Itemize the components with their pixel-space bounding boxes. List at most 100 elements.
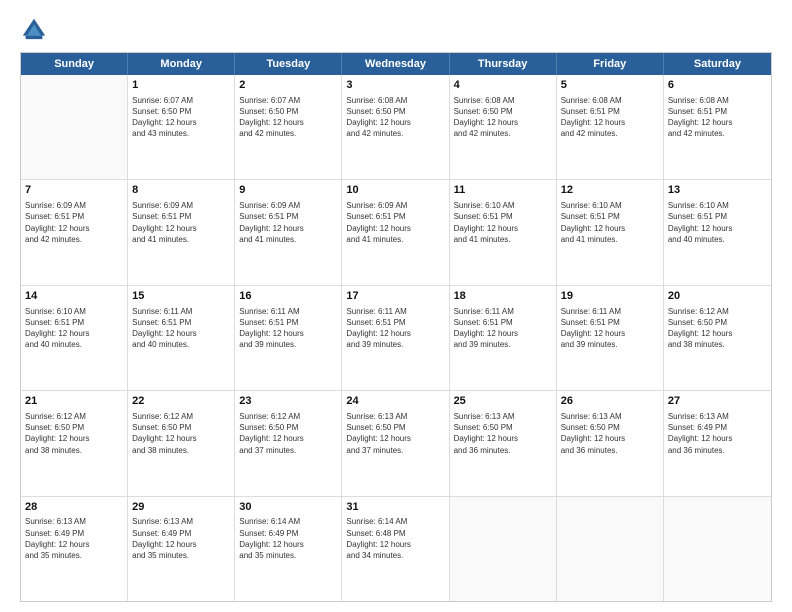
cell-info-line: Sunrise: 6:09 AM <box>346 200 444 211</box>
calendar-cell: 10Sunrise: 6:09 AMSunset: 6:51 PMDayligh… <box>342 180 449 284</box>
day-number: 6 <box>668 78 767 93</box>
calendar-cell: 30Sunrise: 6:14 AMSunset: 6:49 PMDayligh… <box>235 497 342 601</box>
calendar-cell: 8Sunrise: 6:09 AMSunset: 6:51 PMDaylight… <box>128 180 235 284</box>
cell-info-line: and 40 minutes. <box>668 234 767 245</box>
cell-info-line: Daylight: 12 hours <box>454 328 552 339</box>
day-number: 18 <box>454 289 552 304</box>
cell-info-line: Sunrise: 6:13 AM <box>25 516 123 527</box>
cell-info-line: Sunset: 6:51 PM <box>132 317 230 328</box>
cell-info-line: Daylight: 12 hours <box>346 328 444 339</box>
day-number: 2 <box>239 78 337 93</box>
day-number: 27 <box>668 394 767 409</box>
calendar-cell: 14Sunrise: 6:10 AMSunset: 6:51 PMDayligh… <box>21 286 128 390</box>
calendar-cell: 23Sunrise: 6:12 AMSunset: 6:50 PMDayligh… <box>235 391 342 495</box>
day-number: 28 <box>25 500 123 515</box>
cell-info-line: and 42 minutes. <box>454 128 552 139</box>
day-number: 20 <box>668 289 767 304</box>
cell-info-line: and 35 minutes. <box>239 550 337 561</box>
cell-info-line: Daylight: 12 hours <box>561 223 659 234</box>
cell-info-line: Sunset: 6:50 PM <box>454 422 552 433</box>
cell-info-line: Sunrise: 6:07 AM <box>132 95 230 106</box>
cell-info-line: and 35 minutes. <box>25 550 123 561</box>
calendar-cell: 21Sunrise: 6:12 AMSunset: 6:50 PMDayligh… <box>21 391 128 495</box>
cell-info-line: Daylight: 12 hours <box>668 328 767 339</box>
cell-info-line: Daylight: 12 hours <box>561 117 659 128</box>
day-number: 26 <box>561 394 659 409</box>
calendar-cell: 3 Sunrise: 6:08 AMSunset: 6:50 PMDaylight… <box>342 75 449 179</box>
cell-info-line: Sunset: 6:51 PM <box>132 211 230 222</box>
cell-info-line: Daylight: 12 hours <box>668 223 767 234</box>
calendar-cell <box>21 75 128 179</box>
cell-info-line: and 37 minutes. <box>239 445 337 456</box>
calendar-row-0: 1Sunrise: 6:07 AMSunset: 6:50 PMDaylight… <box>21 75 771 180</box>
cell-info-line: Sunrise: 6:14 AM <box>346 516 444 527</box>
cell-info-line: Sunset: 6:51 PM <box>561 317 659 328</box>
cell-info-line: Daylight: 12 hours <box>346 117 444 128</box>
header-day-friday: Friday <box>557 53 664 75</box>
cell-info-line: Daylight: 12 hours <box>25 223 123 234</box>
cell-info-line: Sunrise: 6:12 AM <box>668 306 767 317</box>
day-number: 25 <box>454 394 552 409</box>
calendar-cell: 9Sunrise: 6:09 AMSunset: 6:51 PMDaylight… <box>235 180 342 284</box>
calendar: SundayMondayTuesdayWednesdayThursdayFrid… <box>20 52 772 602</box>
cell-info-line: Sunset: 6:49 PM <box>25 528 123 539</box>
cell-info-line: Sunrise: 6:10 AM <box>454 200 552 211</box>
day-number: 14 <box>25 289 123 304</box>
cell-info-line: Daylight: 12 hours <box>454 117 552 128</box>
day-number: 31 <box>346 500 444 515</box>
cell-info-line: and 41 minutes. <box>454 234 552 245</box>
cell-info-line: Daylight: 12 hours <box>132 539 230 550</box>
calendar-cell: 13Sunrise: 6:10 AMSunset: 6:51 PMDayligh… <box>664 180 771 284</box>
cell-info-line: Sunset: 6:51 PM <box>25 211 123 222</box>
day-number: 19 <box>561 289 659 304</box>
calendar-cell <box>557 497 664 601</box>
cell-info-line: and 39 minutes. <box>561 339 659 350</box>
calendar-body: 1Sunrise: 6:07 AMSunset: 6:50 PMDaylight… <box>21 75 771 601</box>
cell-info-line: Sunrise: 6:13 AM <box>668 411 767 422</box>
cell-info-line: Sunset: 6:49 PM <box>132 528 230 539</box>
cell-info-line: Sunset: 6:51 PM <box>239 211 337 222</box>
day-number: 16 <box>239 289 337 304</box>
cell-info-line: Sunset: 6:51 PM <box>346 317 444 328</box>
cell-info-line: Sunset: 6:50 PM <box>561 422 659 433</box>
cell-info-line: Sunset: 6:50 PM <box>668 317 767 328</box>
cell-info-line: Daylight: 12 hours <box>239 539 337 550</box>
cell-info-line: Sunset: 6:48 PM <box>346 528 444 539</box>
day-number: 24 <box>346 394 444 409</box>
cell-info-line: Sunset: 6:50 PM <box>346 422 444 433</box>
header <box>20 16 772 44</box>
header-day-tuesday: Tuesday <box>235 53 342 75</box>
cell-info-line: Sunset: 6:49 PM <box>668 422 767 433</box>
cell-info-line: Sunset: 6:50 PM <box>239 422 337 433</box>
calendar-cell <box>664 497 771 601</box>
page: SundayMondayTuesdayWednesdayThursdayFrid… <box>0 0 792 612</box>
calendar-cell <box>450 497 557 601</box>
day-number: 29 <box>132 500 230 515</box>
header-day-saturday: Saturday <box>664 53 771 75</box>
calendar-row-2: 14Sunrise: 6:10 AMSunset: 6:51 PMDayligh… <box>21 286 771 391</box>
day-number: 3 <box>346 78 444 93</box>
cell-info-line: and 36 minutes. <box>668 445 767 456</box>
cell-info-line: Sunset: 6:49 PM <box>239 528 337 539</box>
calendar-cell: 27Sunrise: 6:13 AMSunset: 6:49 PMDayligh… <box>664 391 771 495</box>
cell-info-line: and 41 minutes. <box>132 234 230 245</box>
cell-info-line: Sunrise: 6:11 AM <box>346 306 444 317</box>
cell-info-line: Sunrise: 6:13 AM <box>561 411 659 422</box>
cell-info-line: Daylight: 12 hours <box>454 433 552 444</box>
cell-info-line: Sunset: 6:50 PM <box>132 106 230 117</box>
cell-info-line: Sunrise: 6:14 AM <box>239 516 337 527</box>
cell-info-line: Sunrise: 6:08 AM <box>346 95 444 106</box>
cell-info-line: Sunset: 6:50 PM <box>239 106 337 117</box>
day-number: 4 <box>454 78 552 93</box>
cell-info-line: and 42 minutes. <box>668 128 767 139</box>
day-number: 8 <box>132 183 230 198</box>
day-number: 30 <box>239 500 337 515</box>
calendar-cell: 22Sunrise: 6:12 AMSunset: 6:50 PMDayligh… <box>128 391 235 495</box>
cell-info-line: and 38 minutes. <box>132 445 230 456</box>
cell-info-line: Sunset: 6:51 PM <box>454 211 552 222</box>
cell-info-line: Sunset: 6:50 PM <box>346 106 444 117</box>
day-number: 10 <box>346 183 444 198</box>
cell-info-line: Daylight: 12 hours <box>239 223 337 234</box>
day-number: 23 <box>239 394 337 409</box>
cell-info-line: Daylight: 12 hours <box>239 117 337 128</box>
